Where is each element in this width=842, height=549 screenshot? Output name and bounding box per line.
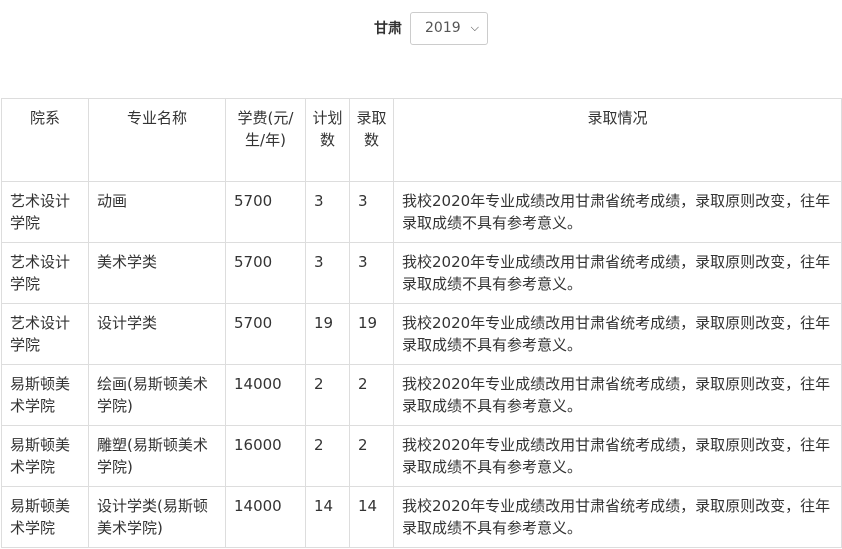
table-header-row: 院系 专业名称 学费(元/生/年) 计划数 录取数 录取情况 [1,98,842,182]
header-admitted: 录取数 [349,98,394,182]
cell-major: 绘画(易斯顿美术学院) [88,364,226,426]
cell-major: 动画 [88,181,226,243]
table-row: 艺术设计学院 美术学类 5700 3 3 我校2020年专业成绩改用甘肃省统考成… [1,242,842,304]
cell-plan: 2 [305,364,350,426]
cell-fee: 16000 [225,425,306,487]
cell-college: 易斯顿美术学院 [1,425,89,487]
cell-major: 设计学类 [88,303,226,365]
admission-table: 院系 专业名称 学费(元/生/年) 计划数 录取数 录取情况 艺术设计学院 动画… [1,98,842,548]
cell-fee: 5700 [225,181,306,243]
cell-major: 美术学类 [88,242,226,304]
cell-plan: 3 [305,181,350,243]
cell-admitted: 2 [349,364,394,426]
cell-admitted: 3 [349,181,394,243]
filter-bar: 甘肃 2019 ⌵ [0,10,842,46]
cell-major: 雕塑(易斯顿美术学院) [88,425,226,487]
cell-college: 易斯顿美术学院 [1,364,89,426]
cell-fee: 14000 [225,364,306,426]
cell-college: 易斯顿美术学院 [1,486,89,548]
table-row: 艺术设计学院 设计学类 5700 19 19 我校2020年专业成绩改用甘肃省统… [1,303,842,365]
cell-admitted: 14 [349,486,394,548]
cell-college: 艺术设计学院 [1,303,89,365]
cell-status: 我校2020年专业成绩改用甘肃省统考成绩，录取原则改变，往年录取成绩不具有参考意… [393,181,842,243]
table-row: 易斯顿美术学院 绘画(易斯顿美术学院) 14000 2 2 我校2020年专业成… [1,364,842,426]
cell-fee: 5700 [225,303,306,365]
cell-admitted: 19 [349,303,394,365]
cell-admitted: 3 [349,242,394,304]
cell-plan: 19 [305,303,350,365]
header-major: 专业名称 [88,98,226,182]
cell-college: 艺术设计学院 [1,242,89,304]
cell-college: 艺术设计学院 [1,181,89,243]
cell-fee: 14000 [225,486,306,548]
cell-status: 我校2020年专业成绩改用甘肃省统考成绩，录取原则改变，往年录取成绩不具有参考意… [393,364,842,426]
table-row: 艺术设计学院 动画 5700 3 3 我校2020年专业成绩改用甘肃省统考成绩，… [1,181,842,243]
cell-status: 我校2020年专业成绩改用甘肃省统考成绩，录取原则改变，往年录取成绩不具有参考意… [393,242,842,304]
header-college: 院系 [1,98,89,182]
cell-admitted: 2 [349,425,394,487]
header-plan: 计划数 [305,98,350,182]
cell-plan: 14 [305,486,350,548]
cell-major: 设计学类(易斯顿美术学院) [88,486,226,548]
header-status: 录取情况 [393,98,842,182]
table-row: 易斯顿美术学院 雕塑(易斯顿美术学院) 16000 2 2 我校2020年专业成… [1,425,842,487]
cell-status: 我校2020年专业成绩改用甘肃省统考成绩，录取原则改变，往年录取成绩不具有参考意… [393,303,842,365]
cell-fee: 5700 [225,242,306,304]
cell-status: 我校2020年专业成绩改用甘肃省统考成绩，录取原则改变，往年录取成绩不具有参考意… [393,486,842,548]
cell-plan: 3 [305,242,350,304]
cell-plan: 2 [305,425,350,487]
year-select-value: 2019 [425,20,461,36]
header-fee: 学费(元/生/年) [225,98,306,182]
table-row: 易斯顿美术学院 设计学类(易斯顿美术学院) 14000 14 14 我校2020… [1,486,842,548]
cell-status: 我校2020年专业成绩改用甘肃省统考成绩，录取原则改变，往年录取成绩不具有参考意… [393,425,842,487]
chevron-down-icon: ⌵ [470,21,479,34]
province-label: 甘肃 [374,21,402,37]
year-select[interactable]: 2019 ⌵ [410,11,488,45]
